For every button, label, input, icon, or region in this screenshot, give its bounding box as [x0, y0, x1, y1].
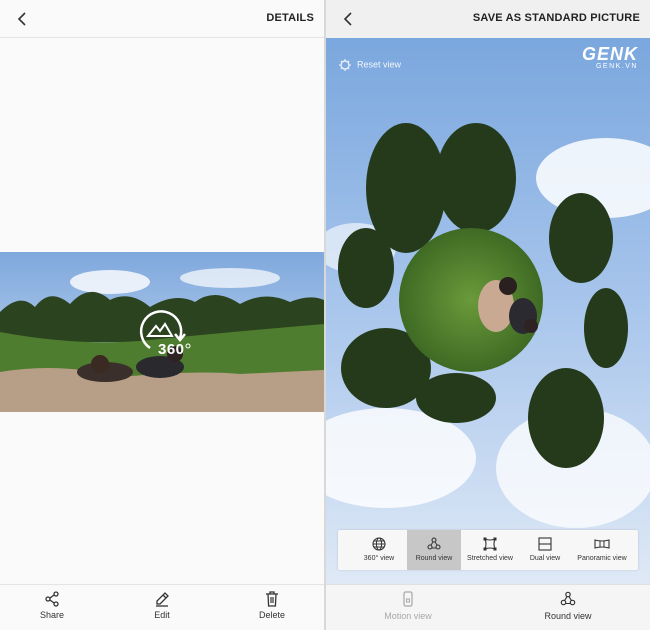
view-mode-selector: 360° view Round view Stretched view Dual… — [338, 530, 638, 570]
mode-360-view[interactable]: 360° view — [354, 530, 404, 570]
round-view-icon — [427, 537, 441, 550]
mode-dual-view[interactable]: Dual view — [520, 530, 570, 570]
round-view-header: SAVE AS STANDARD PICTURE — [326, 0, 650, 38]
panoramic-view-icon — [594, 539, 610, 549]
edit-label: Edit — [154, 610, 170, 620]
app-root: DETAILS 360 Share Edit Delete SAVE AS ST… — [0, 0, 650, 630]
round-view-photo[interactable] — [326, 38, 650, 584]
mode-stretched-view[interactable]: Stretched view — [462, 530, 518, 570]
details-screen: DETAILS 360 Share Edit Delete — [0, 0, 324, 630]
round-view-label: Round view — [544, 611, 592, 621]
stretched-view-icon — [483, 537, 497, 551]
share-label: Share — [39, 610, 65, 620]
reset-view-icon — [339, 59, 351, 71]
share-button[interactable]: Share — [22, 590, 82, 620]
globe-icon — [372, 537, 386, 551]
mode-panoramic-view[interactable]: Panoramic view — [570, 530, 634, 570]
share-icon — [45, 591, 59, 607]
motion-view-label: Motion view — [384, 611, 432, 621]
delete-label: Delete — [258, 610, 285, 620]
dual-view-icon — [538, 537, 552, 551]
mode-label: 360° view — [363, 555, 395, 562]
page-title: DETAILS — [266, 12, 314, 24]
save-as-standard-picture-button[interactable]: SAVE AS STANDARD PICTURE — [473, 12, 640, 24]
trash-icon — [266, 591, 278, 607]
mode-label: Dual view — [529, 555, 561, 562]
reset-view-button[interactable]: Reset view — [338, 58, 401, 72]
mode-label: Stretched view — [467, 555, 513, 562]
back-arrow-icon[interactable] — [14, 10, 32, 28]
delete-button[interactable]: Delete — [242, 590, 302, 620]
round-view-icon — [560, 591, 576, 606]
genk-watermark: GENK GENK.VN — [582, 44, 638, 70]
reset-view-label: Reset view — [357, 59, 402, 70]
round-view-screen: SAVE AS STANDARD PICTURE Reset view GENK… — [326, 0, 650, 630]
motion-view-icon — [403, 591, 413, 607]
360-badge-label: 360 — [158, 341, 185, 358]
mode-round-view[interactable]: Round view — [407, 530, 461, 570]
mode-label: Panoramic view — [577, 555, 627, 562]
motion-view-button[interactable]: Motion view — [363, 590, 453, 621]
edit-button[interactable]: Edit — [132, 590, 192, 620]
pencil-icon — [156, 592, 169, 607]
mode-label: Round view — [415, 555, 453, 562]
details-header: DETAILS — [0, 0, 324, 38]
round-view-button[interactable]: Round view — [523, 590, 613, 621]
back-arrow-icon[interactable] — [340, 10, 358, 28]
genk-logo: GENK — [581, 44, 638, 64]
